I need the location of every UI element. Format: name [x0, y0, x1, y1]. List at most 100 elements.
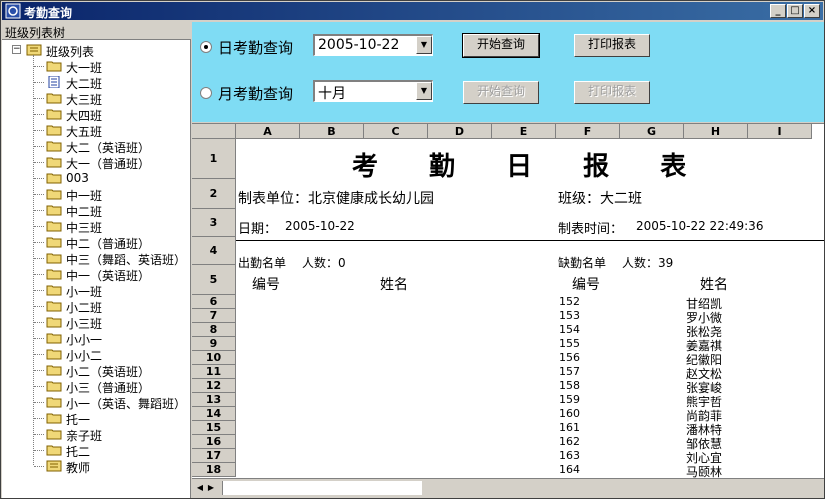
row-header[interactable]: 4	[192, 237, 236, 265]
monthly-label: 月考勤查询	[218, 85, 294, 103]
monthly-print-report-button[interactable]: 打印报表	[574, 81, 650, 104]
folder-list-icon	[26, 44, 42, 56]
tree-item-label: 中二（普通班）	[66, 237, 151, 251]
minimize-button[interactable]: _	[770, 4, 786, 18]
app-icon	[5, 3, 21, 19]
column-header[interactable]: H	[684, 124, 748, 139]
row-header[interactable]: 7	[192, 309, 236, 323]
folder-icon	[46, 125, 62, 136]
daily-label: 日考勤查询	[218, 39, 294, 57]
row-header[interactable]: 9	[192, 337, 236, 351]
tree-item-label: 大五班	[66, 125, 103, 139]
tree-connector	[34, 418, 44, 419]
column-header[interactable]: C	[364, 124, 428, 139]
tree-item-label: 亲子班	[66, 429, 103, 443]
folder-icon	[46, 413, 62, 424]
make-time-label: 制表时间：	[558, 222, 624, 237]
chevron-down-icon[interactable]: ▼	[416, 36, 432, 54]
folder-icon	[46, 317, 62, 328]
row-header[interactable]: 10	[192, 351, 236, 365]
daily-print-report-button[interactable]: 打印报表	[574, 34, 650, 57]
present-count: 人数：0	[302, 256, 346, 270]
absent-number: 158	[559, 379, 580, 392]
row-header[interactable]: 3	[192, 209, 236, 237]
row-header[interactable]: 15	[192, 421, 236, 435]
absent-number: 154	[559, 323, 580, 336]
row-header[interactable]: 6	[192, 295, 236, 309]
tree-connector	[34, 130, 44, 131]
sheet-corner[interactable]	[192, 124, 236, 139]
tree-item-label: 中二班	[66, 205, 103, 219]
window-title: 考勤查询	[24, 6, 73, 20]
sheet-tabs[interactable]	[222, 481, 422, 495]
row-header[interactable]: 12	[192, 379, 236, 393]
column-header[interactable]: D	[428, 124, 492, 139]
report-sheet[interactable]: 考 勤 日 报 表 制表单位：北京健康成长幼儿园 班级：大二班 日期： 2005…	[192, 123, 824, 478]
column-header[interactable]: I	[748, 124, 812, 139]
prev-sheet-icon[interactable]: ◀	[195, 481, 205, 495]
folder-icon	[46, 301, 62, 312]
tree-connector	[34, 274, 44, 275]
present-label: 出勤名单	[238, 256, 287, 270]
row-header[interactable]: 13	[192, 393, 236, 407]
monthly-start-query-button[interactable]: 开始查询	[463, 81, 539, 104]
absent-number: 161	[559, 421, 580, 434]
tree-connector	[34, 386, 44, 387]
folder-icon	[46, 253, 62, 264]
collapse-icon[interactable]: −	[12, 45, 21, 54]
folder-icon	[46, 429, 62, 440]
folder-icon	[46, 269, 62, 280]
tree-connector	[34, 258, 44, 259]
tree-connector	[34, 402, 44, 403]
tree-item-label: 大二班	[66, 77, 103, 91]
column-header[interactable]: G	[620, 124, 684, 139]
folder-icon	[46, 381, 62, 392]
row-header[interactable]: 16	[192, 435, 236, 449]
tree-connector	[34, 290, 44, 291]
tree-item-label: 小小一	[66, 333, 103, 347]
row-header[interactable]: 14	[192, 407, 236, 421]
row-header[interactable]: 5	[192, 265, 236, 295]
folder-icon	[46, 109, 62, 120]
tree-connector	[34, 306, 44, 307]
row-header[interactable]: 18	[192, 463, 236, 477]
tree-connector	[34, 434, 44, 435]
tree-connector	[34, 162, 44, 163]
tree-item-label: 大一（普通班）	[66, 157, 151, 171]
title-bar[interactable]: 考勤查询 _ □ ×	[2, 2, 823, 20]
row-header[interactable]: 8	[192, 323, 236, 337]
column-header[interactable]: F	[556, 124, 620, 139]
daily-radio[interactable]	[200, 41, 212, 53]
folder-icon	[46, 205, 62, 216]
maximize-button[interactable]: □	[787, 4, 803, 18]
sheet-tab-bar: ◀ ▶	[192, 478, 824, 498]
absent-number: 163	[559, 449, 580, 462]
tree-item-label: 大二（英语班）	[66, 141, 151, 155]
tree-item-label: 大一班	[66, 61, 103, 75]
column-header[interactable]: A	[236, 124, 300, 139]
folder-icon	[46, 189, 62, 200]
column-header[interactable]: B	[300, 124, 364, 139]
monthly-select[interactable]: 十月 ▼	[313, 80, 433, 102]
tree-connector	[34, 146, 44, 147]
chevron-down-icon[interactable]: ▼	[416, 82, 432, 100]
tree-item-label: 小二（英语班）	[66, 365, 151, 379]
row-header[interactable]: 2	[192, 179, 236, 209]
column-header[interactable]: E	[492, 124, 556, 139]
row-header[interactable]: 17	[192, 449, 236, 463]
absent-name: 马颐林	[686, 465, 723, 478]
date-label: 日期：	[238, 222, 278, 237]
tree-item-label: 中一班	[66, 189, 103, 203]
tree-item-label: 小三（普通班）	[66, 381, 151, 395]
tree-connector	[34, 194, 44, 195]
daily-date-select[interactable]: 2005-10-22 ▼	[313, 34, 433, 56]
tree-connector	[34, 66, 44, 67]
daily-start-query-button[interactable]: 开始查询	[462, 33, 540, 58]
next-sheet-icon[interactable]: ▶	[206, 481, 216, 495]
row-header[interactable]: 11	[192, 365, 236, 379]
absent-number: 155	[559, 337, 580, 350]
absent-number: 153	[559, 309, 580, 322]
monthly-radio[interactable]	[200, 87, 212, 99]
close-button[interactable]: ×	[804, 4, 820, 18]
row-header[interactable]: 1	[192, 139, 236, 179]
